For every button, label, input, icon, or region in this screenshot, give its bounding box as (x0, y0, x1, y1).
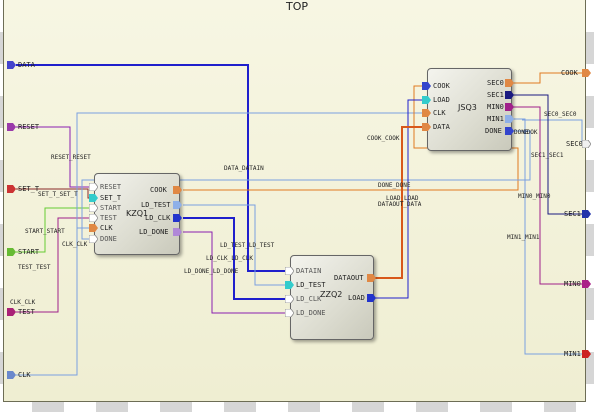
jsq3-done-port[interactable] (505, 127, 514, 135)
wire-label-test: TEST_TEST (18, 264, 51, 271)
wire-label-data: DATA_DATAIN (224, 165, 264, 172)
jsq3-sec1-label: SEC1 (487, 91, 504, 99)
wire-label-cook-out: COOK (523, 129, 538, 136)
wire-label-reset: RESET_RESET (51, 154, 91, 161)
kzq1-ld-test-port[interactable] (173, 201, 182, 209)
wire-label-min1: MIN1_MIN1 (507, 234, 540, 241)
min1-output-label: MIN1 (564, 350, 581, 358)
kzq1-done-port[interactable] (89, 235, 98, 243)
wire-label-sec0: SEC0_SEC0 (544, 111, 577, 118)
kzq1-ld-done-port[interactable] (173, 228, 182, 236)
clk-input-port[interactable] (7, 371, 16, 379)
set-t-input-port[interactable] (7, 185, 16, 193)
jsq3-min1-label: MIN1 (487, 115, 504, 123)
wire-label-dataout: DATAOUT_DATA (378, 201, 422, 208)
zzq2-ld-clk-port[interactable] (285, 295, 294, 303)
test-input-port[interactable] (7, 308, 16, 316)
kzq1-ld-clk-port[interactable] (173, 214, 182, 222)
zzq2-dataout-label: DATAOUT (334, 274, 364, 282)
wire-label-sec1: SEC1_SEC1 (531, 152, 564, 159)
kzq1-ld-test-label: LD_TEST (141, 201, 171, 209)
jsq3-min1-port[interactable] (505, 115, 514, 123)
zzq2-load-port[interactable] (367, 294, 376, 302)
jsq3-min0-port[interactable] (505, 103, 514, 111)
block-jsq3-name: JSQ3 (458, 103, 477, 112)
zzq2-dataout-port[interactable] (367, 274, 376, 282)
kzq1-cook-port[interactable] (173, 186, 182, 194)
jsq3-load-label: LOAD (433, 96, 450, 104)
jsq3-sec1-port[interactable] (505, 91, 514, 99)
start-input-label: START (18, 248, 40, 256)
data-input-port[interactable] (7, 61, 16, 69)
kzq1-cook-label: COOK (150, 186, 167, 194)
min1-output-port[interactable] (582, 350, 591, 358)
zzq2-ld-done-port[interactable] (285, 309, 294, 317)
kzq1-done-label: DONE (100, 235, 117, 243)
wire-label-ld-done: LD_DONE_LD_DONE (184, 268, 239, 275)
min0-output-port[interactable] (582, 280, 591, 288)
wire-label-ld-clk: LD_CLK_LD_CLK (206, 255, 253, 262)
kzq1-set-t-port[interactable] (89, 194, 98, 202)
wire-label-clk-1: CLK_CLK (62, 241, 88, 248)
kzq1-start-port[interactable] (89, 204, 98, 212)
jsq3-data-port[interactable] (422, 123, 431, 131)
test-input-label: TEST (18, 308, 35, 316)
clk-input-label: CLK (18, 371, 31, 379)
start-input-port[interactable] (7, 248, 16, 256)
sec1-output-label: SEC1 (564, 210, 581, 218)
kzq1-clk-label: CLK (100, 224, 113, 232)
reset-input-label: RESET (18, 123, 40, 131)
kzq1-set-t-label: SET_T (100, 194, 122, 202)
wire-label-ld-test: LD_TEST_LD_TEST (220, 242, 275, 249)
jsq3-clk-label: CLK (433, 109, 446, 117)
jsq3-cook-label: COOK (433, 82, 450, 90)
kzq1-ld-done-label: LD_DONE (139, 228, 169, 236)
zzq2-ld-test-label: LD_TEST (296, 281, 326, 289)
reset-input-port[interactable] (7, 123, 16, 131)
kzq1-ld-clk-label: LD_CLK (145, 214, 171, 222)
set-t-input-label: SET_T (18, 185, 40, 193)
cook-output-label: COOK (561, 69, 578, 77)
zzq2-ld-test-port[interactable] (285, 281, 294, 289)
zzq2-datain-label: DATAIN (296, 267, 322, 275)
zzq2-ld-done-label: LD_DONE (296, 309, 326, 317)
sec0-output-label: SEC0 (566, 140, 583, 148)
wire-label-clk-2: CLK_CLK (10, 299, 36, 306)
sec1-output-port[interactable] (582, 210, 591, 218)
jsq3-sec0-port[interactable] (505, 79, 514, 87)
zzq2-load-label: LOAD (348, 294, 365, 302)
jsq3-load-port[interactable] (422, 96, 431, 104)
jsq3-cook-port[interactable] (422, 82, 431, 90)
kzq1-test-port[interactable] (89, 214, 98, 222)
kzq1-reset-port[interactable] (89, 183, 98, 191)
kzq1-test-label: TEST (100, 214, 117, 222)
zzq2-datain-port[interactable] (285, 267, 294, 275)
kzq1-reset-label: RESET (100, 183, 122, 191)
zzq2-ld-clk-label: LD_CLK (296, 295, 322, 303)
kzq1-clk-port[interactable] (89, 224, 98, 232)
wire-label-cook: COOK_COOK (367, 135, 400, 142)
min0-output-label: MIN0 (564, 280, 581, 288)
sec0-output-port[interactable] (582, 140, 591, 148)
wire-label-set-t: SET_T_SET_T (38, 191, 78, 198)
kzq1-start-label: START (100, 204, 122, 212)
wire-label-done: DONE_DONE (378, 182, 411, 189)
wire-label-min0: MIN0_MIN0 (518, 193, 551, 200)
data-input-label: DATA (18, 61, 35, 69)
block-zzq2-name: ZZQ2 (320, 290, 343, 299)
jsq3-sec0-label: SEC0 (487, 79, 504, 87)
jsq3-clk-port[interactable] (422, 109, 431, 117)
wire-label-start: START_START (25, 228, 65, 235)
jsq3-min0-label: MIN0 (487, 103, 504, 111)
jsq3-done-label: DONE (485, 127, 502, 135)
cook-output-port[interactable] (582, 69, 591, 77)
jsq3-data-label: DATA (433, 123, 450, 131)
